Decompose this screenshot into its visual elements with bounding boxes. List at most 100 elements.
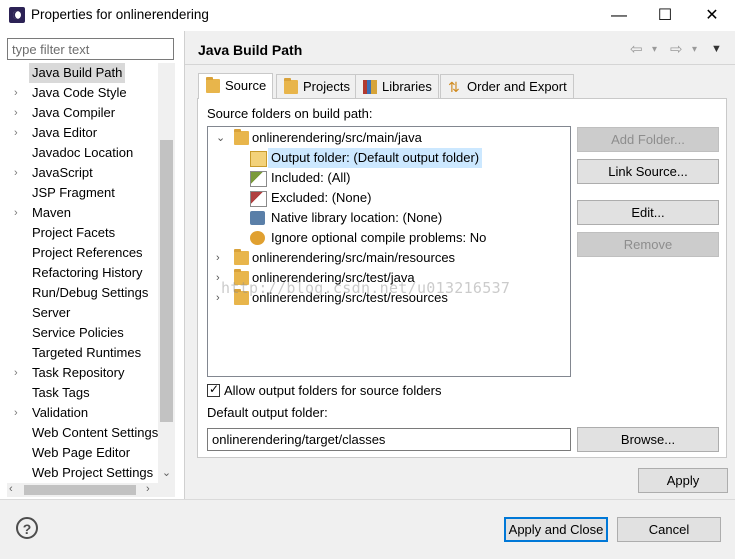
back-menu-icon[interactable]: ▾ [652,44,657,55]
source-attribute-item[interactable]: Included: (All) [208,168,568,188]
sidebar-item-label: Project Facets [32,225,116,240]
sidebar-item[interactable]: Java Build Path [0,63,158,83]
sidebar-item[interactable]: Javadoc Location [0,143,158,163]
preference-tree: Java Build Path › Java Code Style › Java Com… [0,63,158,483]
sidebar-item[interactable]: › Maven [0,203,158,223]
sidebar-item-label: Task Tags [32,385,90,400]
sidebar-item[interactable]: › Task Repository [0,363,158,383]
sidebar-item-label: Web Content Settings [32,425,158,440]
sidebar-item-label: JSP Fragment [32,185,115,200]
browse-button[interactable]: Browse... [577,427,719,452]
source-folder-item[interactable]: › onlinerendering/src/main/resources [208,248,568,268]
tab-projects[interactable]: Projects [276,74,357,98]
back-arrow-icon[interactable]: ⇦ [630,40,643,58]
apply-and-close-button[interactable]: Apply and Close [504,517,608,542]
tab-libraries[interactable]: Libraries [355,74,439,98]
apply-button[interactable]: Apply [638,468,728,493]
sidebar-item-label: Server [32,305,71,320]
source-tree-label: Native library location: (None) [271,210,443,225]
source-attribute-item[interactable]: Excluded: (None) [208,188,568,208]
source-tree-label: onlinerendering/src/main/resources [252,250,456,265]
sidebar-item-label: Project References [32,245,143,260]
sidebar-item-label: Java Build Path [29,63,126,83]
sidebar-item-label: Java Editor [32,125,98,140]
sidebar-item-label: Javadoc Location [32,145,134,160]
sidebar-item-label: Service Policies [32,325,124,340]
sidebar-item[interactable]: › Java Code Style [0,83,158,103]
sidebar-item[interactable]: Web Project Settings [0,463,158,483]
sidebar-item[interactable]: Project Facets [0,223,158,243]
tab-source[interactable]: Source [198,73,274,99]
scroll-left-icon[interactable]: ‹ [9,483,13,495]
default-output-folder-label: Default output folder: [207,405,328,420]
expand-arrow-icon[interactable]: › [14,103,24,123]
default-output-folder-field[interactable] [207,428,571,451]
source-attribute-item[interactable]: Output folder: (Default output folder) [208,148,568,168]
sidebar-item[interactable]: › JavaScript [0,163,158,183]
source-icon [206,77,220,93]
sidebar-item-label: Refactoring History [32,265,143,280]
sidebar-item[interactable]: Targeted Runtimes [0,343,158,363]
sidebar-item[interactable]: Service Policies [0,323,158,343]
sidebar-item[interactable]: Run/Debug Settings [0,283,158,303]
source-folders-tree[interactable]: ⌄ onlinerendering/src/main/java Output fol… [207,126,571,377]
source-tree-label: Excluded: (None) [271,190,372,205]
sidebar-item[interactable]: › Java Compiler [0,103,158,123]
view-menu-icon[interactable]: ▼ [711,43,722,55]
forward-menu-icon[interactable]: ▾ [692,44,697,55]
eclipse-icon [9,7,25,23]
source-folders-label: Source folders on build path: [207,106,373,121]
remove-button[interactable]: Remove [577,232,719,257]
collapse-arrow-icon[interactable]: ⌄ [216,128,228,148]
projects-icon [284,78,298,94]
sidebar-item-label: Web Page Editor [32,445,131,460]
maximize-button[interactable]: ☐ [642,0,688,31]
expand-arrow-icon[interactable]: › [216,248,228,268]
excluded-icon [250,191,267,207]
allow-output-folders-checkbox[interactable] [207,382,220,397]
expand-arrow-icon[interactable]: › [14,163,24,183]
sidebar-item[interactable]: Server [0,303,158,323]
scroll-right-icon[interactable]: › [146,483,150,495]
edit-button[interactable]: Edit... [577,200,719,225]
sidebar-item[interactable]: Task Tags [0,383,158,403]
cancel-button[interactable]: Cancel [617,517,721,542]
link-source-button[interactable]: Link Source... [577,159,719,184]
help-icon[interactable]: ? [16,517,38,539]
sidebar-item-label: Run/Debug Settings [32,285,149,300]
filter-input[interactable] [7,38,174,60]
horizontal-scroll-thumb[interactable] [24,485,136,495]
forward-arrow-icon[interactable]: ⇨ [670,40,683,58]
header-divider [185,64,735,65]
sidebar-item[interactable]: Project References [0,243,158,263]
scroll-down-icon[interactable]: ⌄ [158,465,175,482]
sidebar-item[interactable]: Refactoring History [0,263,158,283]
allow-output-folders-label: Allow output folders for source folders [224,383,442,398]
sidebar-item[interactable]: Web Content Settings [0,423,158,443]
close-button[interactable]: ✕ [689,0,735,31]
package-folder-icon [234,249,249,265]
sidebar-item-label: Targeted Runtimes [32,345,142,360]
source-attribute-item[interactable]: Ignore optional compile problems: No [208,228,568,248]
expand-arrow-icon[interactable]: › [14,83,24,103]
source-tree-label: Included: (All) [271,170,351,185]
sidebar-item[interactable]: Web Page Editor [0,443,158,463]
expand-arrow-icon[interactable]: › [14,363,24,383]
sidebar-item-label: Java Compiler [32,105,116,120]
sash-divider[interactable] [184,31,185,499]
sidebar-item[interactable]: › Java Editor [0,123,158,143]
source-attribute-item[interactable]: Native library location: (None) [208,208,568,228]
expand-arrow-icon[interactable]: › [14,203,24,223]
vertical-scroll-thumb[interactable] [160,140,173,422]
expand-arrow-icon[interactable]: › [14,123,24,143]
minimize-button[interactable]: — [596,0,642,31]
sidebar-item[interactable]: JSP Fragment [0,183,158,203]
included-icon [250,171,267,187]
source-tree-label: Ignore optional compile problems: No [271,230,487,245]
expand-arrow-icon[interactable]: › [14,403,24,423]
tab-order-and-export[interactable]: ⇅ Order and Export [440,74,574,98]
footer-divider [0,499,735,500]
add-folder-button[interactable]: Add Folder... [577,127,719,152]
source-folder-item[interactable]: ⌄ onlinerendering/src/main/java [208,128,568,148]
sidebar-item[interactable]: › Validation [0,403,158,423]
